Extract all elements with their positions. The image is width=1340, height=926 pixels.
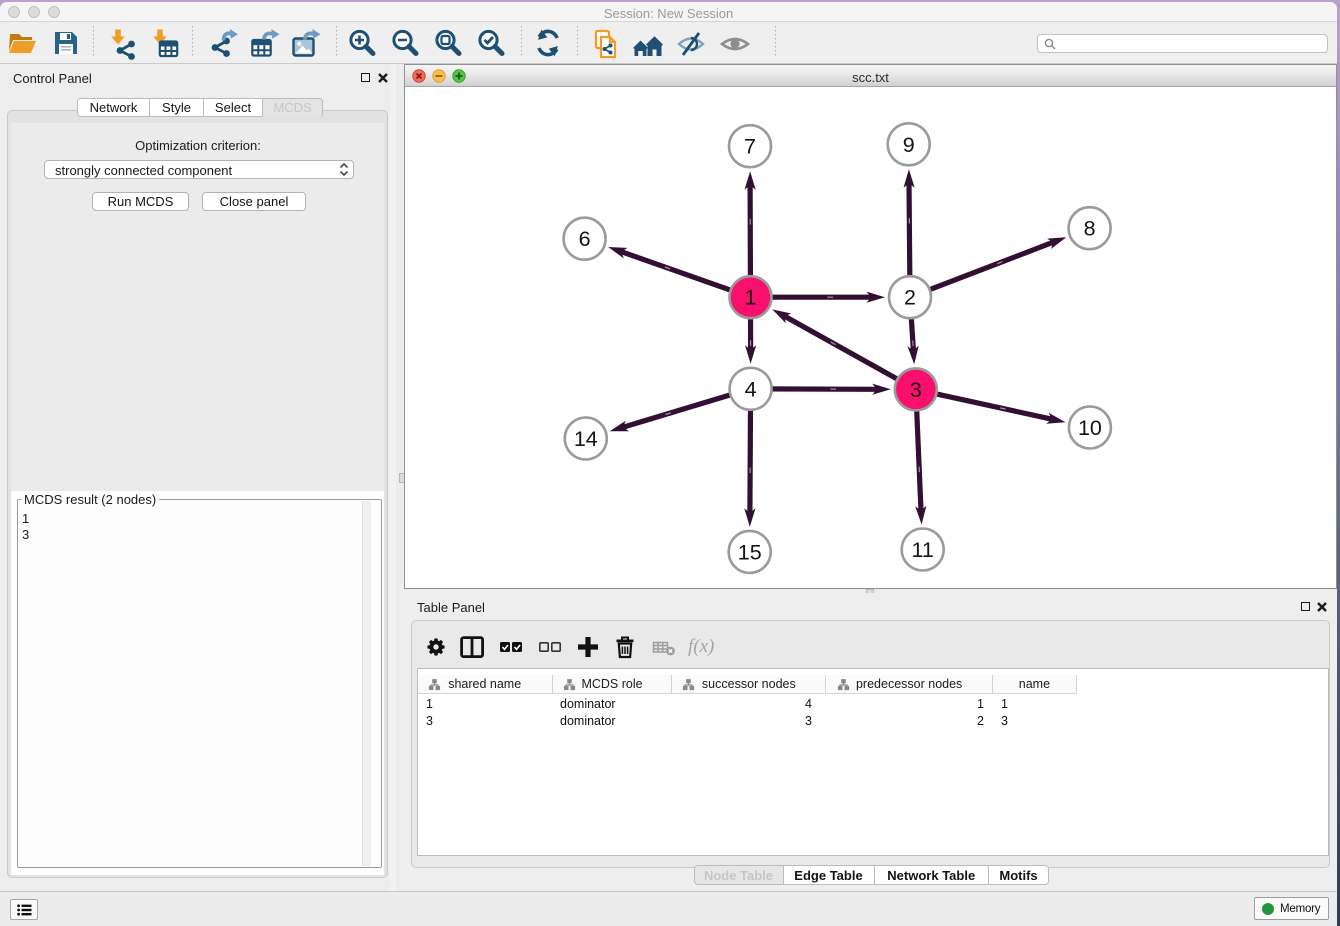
svg-text:4: 4 [745, 377, 757, 401]
svg-text:7: 7 [744, 135, 756, 159]
svg-text:11: 11 [912, 538, 934, 562]
svg-text:6: 6 [579, 227, 591, 251]
svg-text:2: 2 [904, 286, 916, 310]
svg-text:15: 15 [738, 540, 762, 564]
svg-text:3: 3 [910, 378, 922, 402]
svg-text:14: 14 [574, 427, 598, 451]
svg-text:10: 10 [1078, 416, 1102, 440]
svg-text:1: 1 [745, 286, 757, 310]
svg-text:9: 9 [903, 133, 915, 157]
svg-text:8: 8 [1084, 217, 1096, 241]
